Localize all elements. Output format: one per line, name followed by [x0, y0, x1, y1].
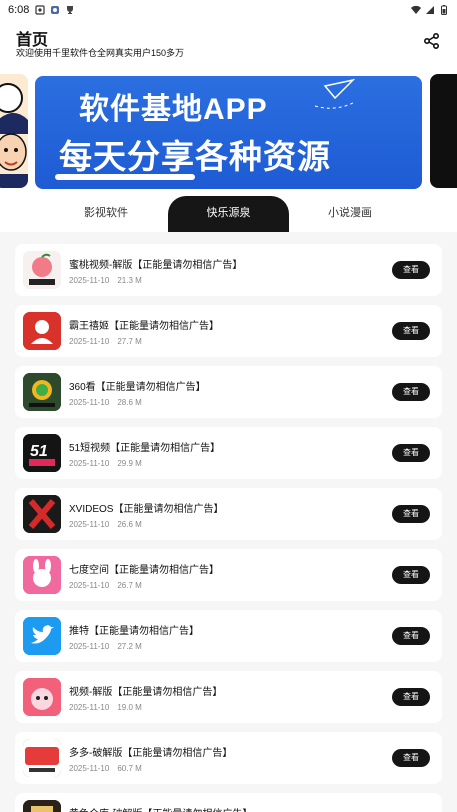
app-date: 2025-11-10 — [69, 764, 110, 773]
app-meta: 2025-11-10 60.7 M — [69, 764, 150, 773]
app-name: 推特【正能量请勿相信广告】 — [69, 626, 199, 637]
status-bar: 6:08 — [0, 0, 457, 20]
51-app-icon: 51 — [23, 434, 61, 472]
view-button[interactable]: 查看 — [392, 383, 430, 401]
app-date: 2025-11-10 — [69, 276, 110, 285]
view-button[interactable]: 查看 — [392, 505, 430, 523]
app-name: 黄色仓库-破解版【正能量请勿相信广告】 — [69, 805, 252, 812]
app-list-item[interactable]: 51 51短视频【正能量请勿相信广告】 2025-11-10 29.9 M 查看 — [15, 427, 442, 479]
app-list-item[interactable]: 推特【正能量请勿相信广告】 2025-11-10 27.2 M 查看 — [15, 610, 442, 662]
app-name: 七度空间【正能量请勿相信广告】 — [69, 565, 219, 576]
banner-line1: 软件基地APP — [79, 93, 268, 126]
app-name: 多多-破解版【正能量请勿相信广告】 — [69, 748, 233, 759]
app-date: 2025-11-10 — [69, 520, 110, 529]
app-meta: 2025-11-10 29.9 M — [69, 459, 150, 468]
rabbit-app-icon — [23, 678, 61, 716]
battery-icon — [441, 5, 447, 15]
app-size: 19.0 M — [117, 703, 142, 712]
app-name: 51短视频【正能量请勿相信广告】 — [69, 443, 221, 454]
banner-decoration-bar — [55, 174, 195, 180]
360-app-icon — [23, 373, 61, 411]
app-date: 2025-11-10 — [69, 398, 110, 407]
app-size: 26.7 M — [117, 581, 142, 590]
app-meta: 2025-11-10 27.7 M — [69, 337, 150, 346]
banner-line2: 每天分享各种资源 — [59, 138, 331, 175]
qidu-app-icon — [23, 556, 61, 594]
page-subtitle: 欢迎使用千里软件仓全网真实用户150多万 — [16, 48, 185, 58]
banner-prev-slide[interactable] — [0, 74, 28, 188]
app-list-item[interactable]: 多多-破解版【正能量请勿相信广告】 2025-11-10 60.7 M 查看 — [15, 732, 442, 784]
app-list-item[interactable]: 360看【正能量请勿相信广告】 2025-11-10 28.6 M 查看 — [15, 366, 442, 418]
app-date: 2025-11-10 — [69, 703, 110, 712]
view-button[interactable]: 查看 — [392, 627, 430, 645]
app-size: 27.7 M — [117, 337, 142, 346]
app-list-item[interactable]: 蜜桃视频-解版【正能量请勿相信广告】 2025-11-10 21.3 M 查看 — [15, 244, 442, 296]
app-size: 21.3 M — [117, 276, 142, 285]
app-name: 蜜桃视频-解版【正能量请勿相信广告】 — [69, 260, 243, 271]
tab-novels-comics[interactable]: 小说漫画 — [304, 196, 396, 232]
app-size: 28.6 M — [117, 398, 142, 407]
app-list-item[interactable]: 黄色仓库-破解版【正能量请勿相信广告】 — [15, 793, 442, 812]
category-tabs: 影视软件 快乐源泉 小说漫画 — [0, 196, 457, 232]
app-meta: 2025-11-10 26.7 M — [69, 581, 150, 590]
app-meta: 2025-11-10 28.6 M — [69, 398, 150, 407]
app-name: 霸王禧姬【正能量请勿相信广告】 — [69, 321, 219, 332]
banner-next-slide[interactable] — [430, 74, 457, 188]
app-list-item[interactable]: 视频-解版【正能量请勿相信广告】 2025-11-10 19.0 M 查看 — [15, 671, 442, 723]
page-header: 首页 欢迎使用千里软件仓全网真实用户150多万 — [0, 20, 457, 66]
status-time: 6:08 — [8, 4, 30, 16]
app-date: 2025-11-10 — [69, 337, 110, 346]
tab-movie-apps[interactable]: 影视软件 — [60, 196, 152, 232]
twitter-app-icon — [23, 617, 61, 655]
banner-carousel[interactable]: 软件基地APP 每天分享各种资源 — [0, 66, 457, 196]
banner-slide[interactable]: 软件基地APP 每天分享各种资源 — [35, 76, 422, 189]
app-date: 2025-11-10 — [69, 642, 110, 651]
app-meta: 2025-11-10 26.6 M — [69, 520, 150, 529]
view-button[interactable]: 查看 — [392, 688, 430, 706]
app-size: 26.6 M — [117, 520, 142, 529]
signal-icon — [426, 6, 434, 14]
app-name: 360看【正能量请勿相信广告】 — [69, 382, 206, 393]
peach-app-icon — [23, 251, 61, 289]
view-button[interactable]: 查看 — [392, 444, 430, 462]
app-name: 视频-解版【正能量请勿相信广告】 — [69, 687, 223, 698]
trophy-icon — [67, 6, 74, 14]
app-meta: 2025-11-10 27.2 M — [69, 642, 150, 651]
app-size: 27.2 M — [117, 642, 142, 651]
app-list-item[interactable]: XVIDEOS【正能量请勿相信广告】 2025-11-10 26.6 M 查看 — [15, 488, 442, 540]
huangse-app-icon — [23, 800, 61, 812]
app-size: 29.9 M — [117, 459, 142, 468]
app-list: 蜜桃视频-解版【正能量请勿相信广告】 2025-11-10 21.3 M 查看 霸王禧姬… — [0, 232, 457, 812]
bawang-app-icon — [23, 312, 61, 350]
app-size: 60.7 M — [117, 764, 142, 773]
app-meta: 2025-11-10 21.3 M — [69, 276, 150, 285]
app-meta: 2025-11-10 19.0 M — [69, 703, 150, 712]
xvideos-app-icon — [23, 495, 61, 533]
app-date: 2025-11-10 — [69, 459, 110, 468]
share-icon[interactable] — [423, 32, 441, 50]
cartoon-boy-image — [0, 83, 28, 188]
view-button[interactable]: 查看 — [392, 566, 430, 584]
app-name: XVIDEOS【正能量请勿相信广告】 — [69, 504, 224, 515]
view-button[interactable]: 查看 — [392, 322, 430, 340]
app-date: 2025-11-10 — [69, 581, 110, 590]
app-list-item[interactable]: 七度空间【正能量请勿相信广告】 2025-11-10 26.7 M 查看 — [15, 549, 442, 601]
notification-icon — [35, 5, 46, 15]
duoduo-app-icon — [23, 739, 61, 777]
tab-happy-source[interactable]: 快乐源泉 — [168, 196, 289, 232]
app-notification-icon — [51, 6, 60, 14]
view-button[interactable]: 查看 — [392, 261, 430, 279]
app-list-item[interactable]: 霸王禧姬【正能量请勿相信广告】 2025-11-10 27.7 M 查看 — [15, 305, 442, 357]
view-button[interactable]: 查看 — [392, 749, 430, 767]
wifi-icon — [411, 5, 421, 15]
svg-text:51: 51 — [30, 443, 48, 460]
